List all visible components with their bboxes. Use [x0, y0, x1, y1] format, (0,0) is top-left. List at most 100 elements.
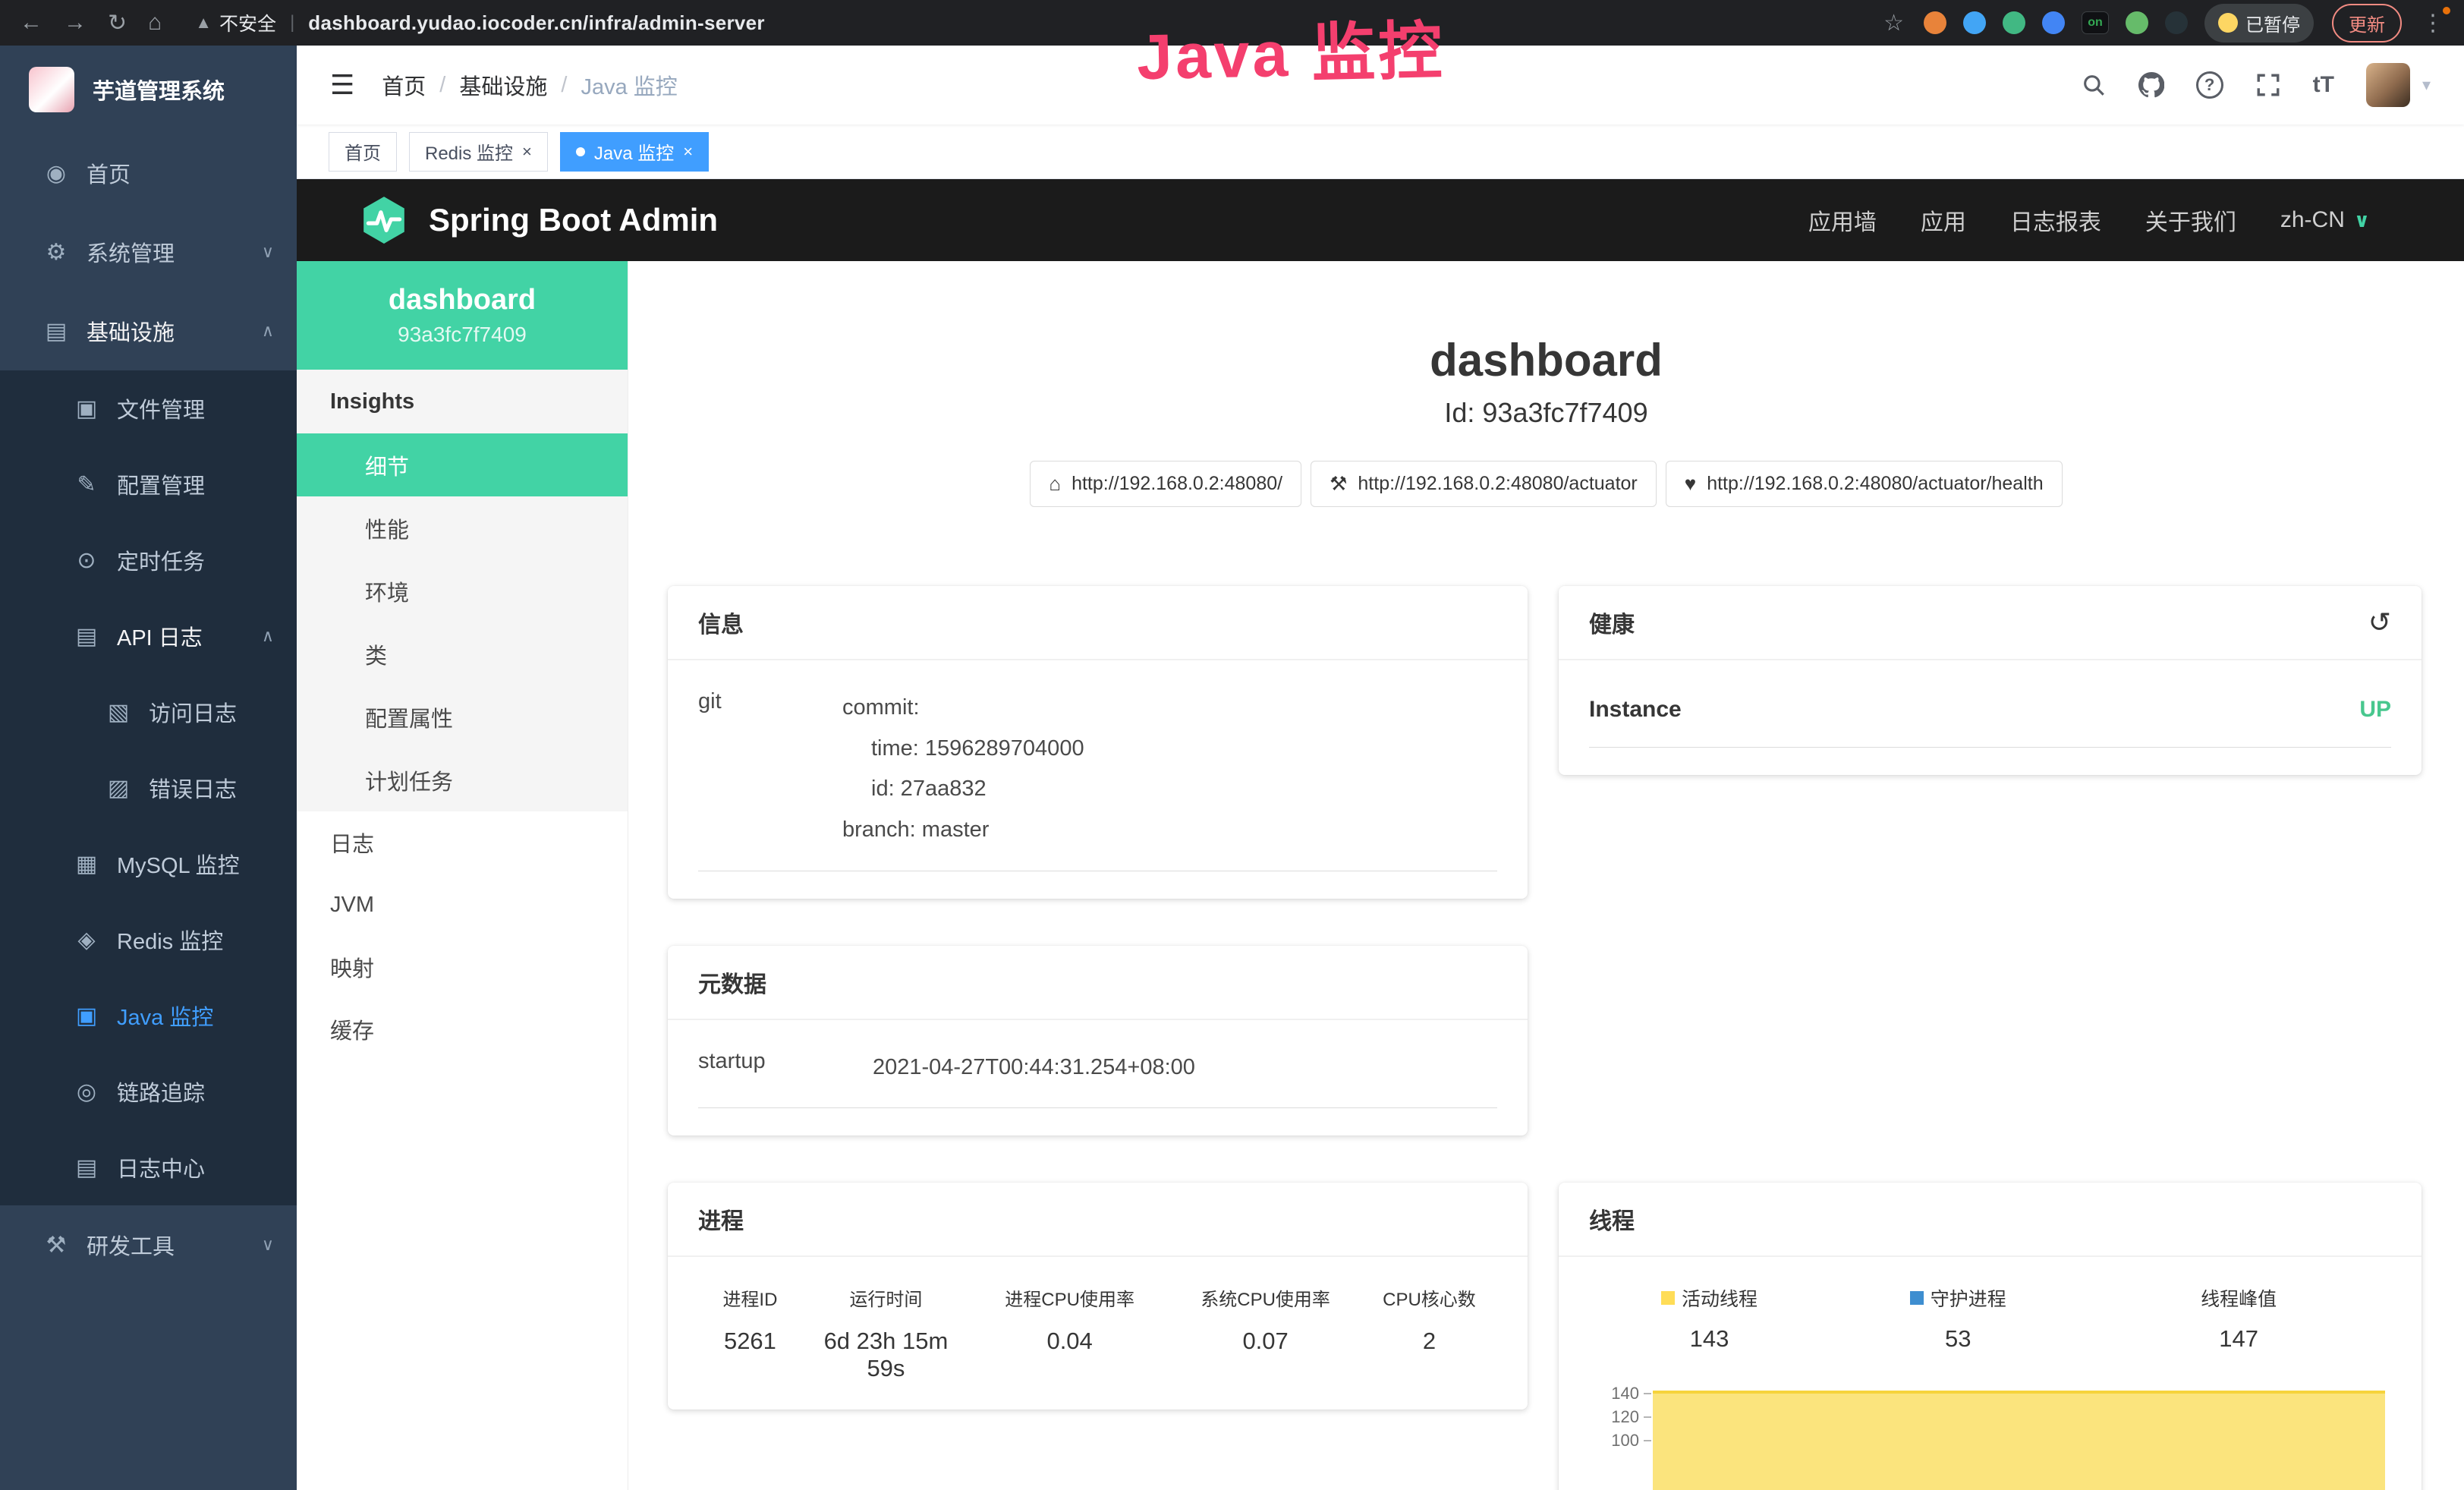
sidebar-item-config-manage[interactable]: ✎ 配置管理 — [0, 446, 297, 522]
extension-icon-2[interactable] — [1963, 11, 1986, 34]
extension-icon-3[interactable] — [2003, 11, 2025, 34]
instance-id: 93a3fc7f7409 — [398, 323, 527, 347]
sidebar-item-infra[interactable]: ▤ 基础设施 ∧ — [0, 291, 297, 370]
help-icon[interactable]: ? — [2196, 71, 2223, 99]
instance-nav-scheduled-tasks[interactable]: 计划任务 — [297, 748, 628, 811]
history-icon[interactable]: ↺ — [2368, 606, 2391, 638]
extension-icon-5[interactable]: on — [2082, 11, 2109, 34]
chevron-down-icon: ∨ — [2354, 209, 2370, 232]
instance-nav-environment[interactable]: 环境 — [297, 559, 628, 622]
sba-locale-select[interactable]: zh-CN ∨ — [2280, 207, 2370, 233]
sidebar-item-home[interactable]: ◉ 首页 — [0, 134, 297, 213]
live-threads-area — [1653, 1391, 2385, 1490]
sidebar-item-label: 日志中心 — [117, 1151, 205, 1183]
sidebar-item-file-manage[interactable]: ▣ 文件管理 — [0, 370, 297, 446]
breadcrumb-separator: / — [561, 73, 567, 98]
url-text[interactable]: dashboard.yudao.iocoder.cn/infra/admin-s… — [308, 11, 765, 35]
sidebar-item-label: 文件管理 — [117, 392, 205, 424]
font-size-icon[interactable]: tT — [2313, 72, 2334, 98]
top-header: ☰ 首页 / 基础设施 / Java 监控 ? — [297, 46, 2464, 124]
sba-header: Spring Boot Admin 应用墙 应用 日志报表 关于我们 zh-CN… — [297, 179, 2464, 261]
github-icon[interactable] — [2138, 72, 2164, 98]
sba-nav-applications[interactable]: 应用 — [1921, 203, 1966, 237]
health-row-instance: Instance UP — [1589, 688, 2391, 748]
chevron-up-icon: ∧ — [262, 626, 274, 646]
paused-badge[interactable]: 已暂停 — [2204, 4, 2314, 43]
sidebar-item-log-center[interactable]: ▤ 日志中心 — [0, 1129, 297, 1205]
bookmark-star-icon[interactable]: ☆ — [1883, 10, 1904, 36]
sba-nav-wallboard[interactable]: 应用墙 — [1808, 203, 1877, 237]
instance-nav-configprops[interactable]: 配置属性 — [297, 685, 628, 748]
browser-home-icon[interactable]: ⌂ — [148, 10, 162, 36]
header-actions: ? tT ▾ — [2081, 63, 2431, 107]
sidebar-item-trace[interactable]: ◎ 链路追踪 — [0, 1054, 297, 1129]
instance-nav-metrics[interactable]: 性能 — [297, 496, 628, 559]
address-bar[interactable]: ▲ 不安全 | dashboard.yudao.iocoder.cn/infra… — [195, 9, 1883, 36]
breadcrumb-infra[interactable]: 基础设施 — [459, 69, 547, 101]
instance-nav-caches[interactable]: 缓存 — [297, 998, 628, 1060]
tab-label: Redis 监控 — [425, 138, 513, 165]
fullscreen-icon[interactable] — [2255, 72, 2281, 98]
health-url-link[interactable]: ♥ http://192.168.0.2:48080/actuator/heal… — [1666, 461, 2063, 507]
close-icon[interactable]: × — [522, 142, 532, 162]
service-url-link[interactable]: ⌂ http://192.168.0.2:48080/ — [1030, 461, 1301, 507]
sidebar-item-system[interactable]: ⚙ 系统管理 ∨ — [0, 213, 297, 291]
sidebar-item-devtools[interactable]: ⚒ 研发工具 ∨ — [0, 1205, 297, 1284]
extension-icon-4[interactable] — [2042, 11, 2065, 34]
back-icon[interactable]: ← — [20, 10, 42, 36]
instance-nav-jvm[interactable]: JVM — [297, 874, 628, 936]
wrench-icon: ⚒ — [1330, 472, 1347, 496]
search-icon[interactable] — [2081, 72, 2107, 98]
close-icon[interactable]: × — [683, 142, 693, 162]
sidebar-item-mysql-monitor[interactable]: ▦ MySQL 监控 — [0, 826, 297, 902]
app-title: 芋道管理系统 — [93, 74, 225, 106]
tab-home[interactable]: 首页 — [329, 132, 397, 172]
reload-icon[interactable]: ↻ — [108, 10, 127, 36]
actuator-url-link[interactable]: ⚒ http://192.168.0.2:48080/actuator — [1311, 461, 1657, 507]
browser-update-button[interactable]: 更新 — [2332, 4, 2402, 43]
user-avatar[interactable] — [2366, 63, 2410, 107]
instance-header[interactable]: dashboard 93a3fc7f7409 — [297, 261, 628, 370]
sidebar-item-label: MySQL 监控 — [117, 848, 240, 880]
tab-redis-monitor[interactable]: Redis 监控 × — [409, 132, 548, 172]
sba-title[interactable]: Spring Boot Admin — [429, 202, 718, 238]
extension-icon-1[interactable] — [1924, 11, 1946, 34]
breadcrumb-home[interactable]: 首页 — [382, 69, 426, 101]
sidebar-item-api-log[interactable]: ▤ API 日志 ∧ — [0, 598, 297, 674]
sidebar-item-label: Java 监控 — [117, 1000, 213, 1032]
chevron-down-icon: ∨ — [262, 242, 274, 262]
sidebar-item-java-monitor[interactable]: ▣ Java 监控 — [0, 978, 297, 1054]
hamburger-icon[interactable]: ☰ — [330, 69, 354, 101]
sba-nav: 应用墙 应用 日志报表 关于我们 zh-CN ∨ — [1808, 203, 2370, 237]
info-value: commit: time: 1596289704000 id: 27aa832 … — [842, 688, 1084, 851]
extension-icon-7[interactable] — [2165, 11, 2188, 34]
document-icon: ▤ — [73, 623, 100, 650]
instance-nav-details[interactable]: 细节 — [297, 433, 628, 496]
app-logo-row[interactable]: 芋道管理系统 — [0, 46, 297, 134]
instance-nav-beans[interactable]: 类 — [297, 622, 628, 685]
sidebar-item-label: 系统管理 — [87, 236, 175, 268]
avatar-caret-icon[interactable]: ▾ — [2422, 75, 2431, 95]
sba-nav-journal[interactable]: 日志报表 — [2010, 203, 2101, 237]
sidebar-item-error-log[interactable]: ▨ 错误日志 — [0, 750, 297, 826]
legend-peak-threads: 线程峰值 147 — [2086, 1284, 2391, 1353]
sidebar-item-label: 首页 — [87, 157, 131, 189]
sba-nav-about[interactable]: 关于我们 — [2145, 203, 2236, 237]
sidebar-item-access-log[interactable]: ▧ 访问日志 — [0, 674, 297, 750]
url-divider: | — [290, 12, 294, 33]
infrastructure-icon: ▤ — [42, 318, 70, 345]
extension-icon-6[interactable] — [2126, 11, 2148, 34]
infrastructure-submenu: ▣ 文件管理 ✎ 配置管理 ⊙ 定时任务 ▤ API 日志 ∧ ▧ 访问日志 ▨ — [0, 370, 297, 1205]
live-threads-swatch — [1661, 1291, 1675, 1305]
browser-menu-icon[interactable]: ⋮ — [2422, 10, 2444, 36]
tab-java-monitor[interactable]: Java 监控 × — [560, 132, 709, 172]
sidebar-item-label: 访问日志 — [149, 696, 237, 728]
instance-nav-mappings[interactable]: 映射 — [297, 936, 628, 998]
tab-label: Java 监控 — [594, 138, 674, 165]
sidebar-item-redis-monitor[interactable]: ◈ Redis 监控 — [0, 902, 297, 978]
security-warning-label[interactable]: 不安全 — [219, 9, 276, 36]
forward-icon[interactable]: → — [64, 10, 87, 36]
clock-icon: ⊙ — [73, 547, 100, 574]
instance-nav-loggers[interactable]: 日志 — [297, 811, 628, 874]
sidebar-item-scheduled-job[interactable]: ⊙ 定时任务 — [0, 522, 297, 598]
